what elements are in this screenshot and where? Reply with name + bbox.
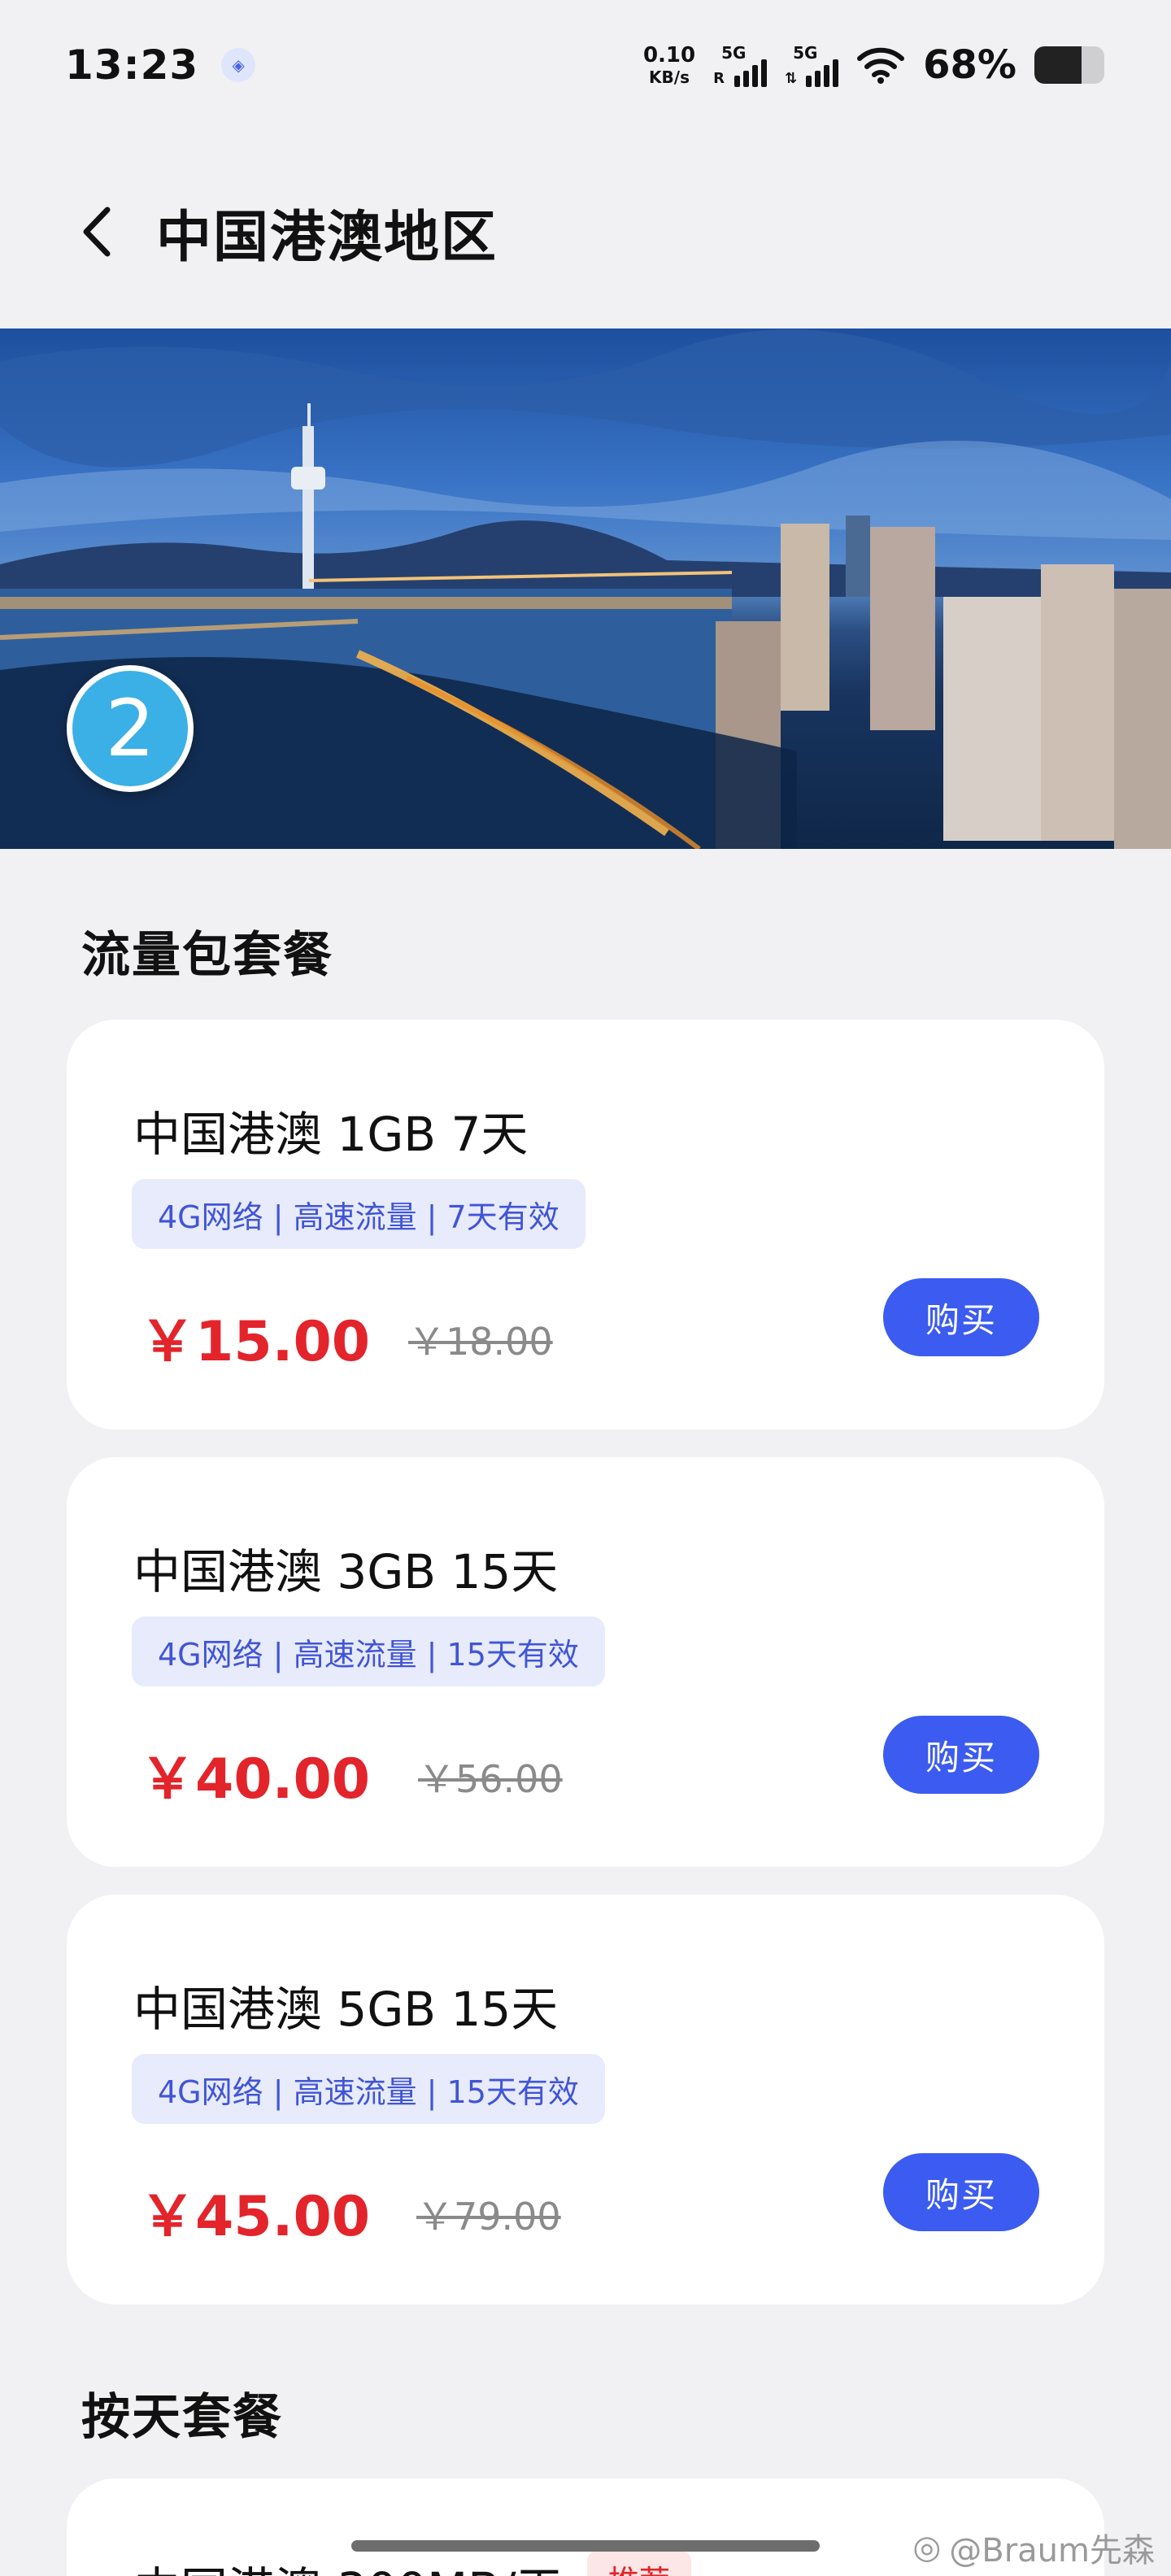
recommended-badge: 推荐 — [587, 2550, 692, 2576]
back-button[interactable] — [49, 183, 146, 281]
package-tags: 4G网络 | 高速流量 | 15天有效 — [132, 2054, 605, 2124]
network-speed-unit: KB/s — [649, 67, 690, 87]
package-original-price: ￥56.00 — [418, 1757, 563, 1801]
package-card: 中国港澳 5GB 15天 4G网络 | 高速流量 | 15天有效 ￥45.00 … — [67, 1895, 1104, 2304]
package-price: ￥15.00 — [140, 1310, 371, 1374]
package-price: ￥40.00 — [140, 1747, 371, 1812]
package-card: 中国港澳 1GB 7天 4G网络 | 高速流量 | 7天有效 ￥15.00 ￥1… — [67, 1020, 1104, 1429]
app-notification-icon: ◈ — [221, 48, 256, 82]
section-title-data-packages: 流量包套餐 — [81, 927, 333, 984]
status-time: 13:23 — [65, 41, 199, 89]
daily-package-name: 中国港澳 300MB/天 — [133, 2552, 564, 2576]
package-name: 中国港澳 5GB 15天 — [133, 1982, 559, 2037]
package-name: 中国港澳 1GB 7天 — [133, 1107, 529, 1162]
package-price: ￥45.00 — [140, 2185, 371, 2249]
buy-button[interactable]: 购买 — [883, 1278, 1039, 1356]
battery-percent: 68% — [923, 42, 1016, 88]
weibo-icon: ◎ — [912, 2529, 942, 2566]
buy-button[interactable]: 购买 — [883, 2153, 1039, 2231]
status-right: 0.10 KB/s 5G R 5G ⇅ 68% — [643, 42, 1104, 88]
package-tags: 4G网络 | 高速流量 | 7天有效 — [132, 1179, 586, 1249]
network-speed-value: 0.10 — [642, 43, 696, 67]
buy-button[interactable]: 购买 — [883, 1716, 1039, 1794]
package-original-price: ￥18.00 — [408, 1320, 553, 1364]
sim1-network-label: 5G — [721, 43, 747, 63]
sim1-roaming-label: R — [713, 70, 725, 87]
sim2-network-label: 5G — [793, 43, 818, 63]
wifi-icon — [857, 47, 905, 84]
status-left: 13:23 ◈ — [65, 41, 256, 89]
home-indicator[interactable] — [351, 2540, 820, 2552]
section-title-daily-packages: 按天套餐 — [81, 2389, 283, 2446]
watermark: ◎ @Braum先森 — [912, 2524, 1155, 2571]
package-card: 中国港澳 3GB 15天 4G网络 | 高速流量 | 15天有效 ￥40.00 … — [67, 1457, 1104, 1867]
chevron-left-icon — [83, 207, 111, 257]
banner-badge: 2 — [67, 665, 194, 792]
package-original-price: ￥79.00 — [416, 2195, 561, 2239]
sim1-signal-icon: 5G R — [713, 43, 768, 87]
header: 中国港澳地区 — [0, 179, 1171, 285]
package-tags: 4G网络 | 高速流量 | 15天有效 — [132, 1617, 605, 1686]
page-title: 中国港澳地区 — [156, 205, 498, 270]
watermark-text: @Braum先森 — [949, 2532, 1155, 2569]
status-bar: 13:23 ◈ 0.10 KB/s 5G R 5G ⇅ 68% — [0, 0, 1171, 130]
sim2-signal-icon: 5G ⇅ — [785, 43, 839, 87]
battery-icon — [1034, 46, 1104, 84]
package-name: 中国港澳 3GB 15天 — [133, 1544, 559, 1599]
banner-image: 2 — [0, 329, 1171, 849]
network-speed: 0.10 KB/s — [643, 45, 695, 85]
